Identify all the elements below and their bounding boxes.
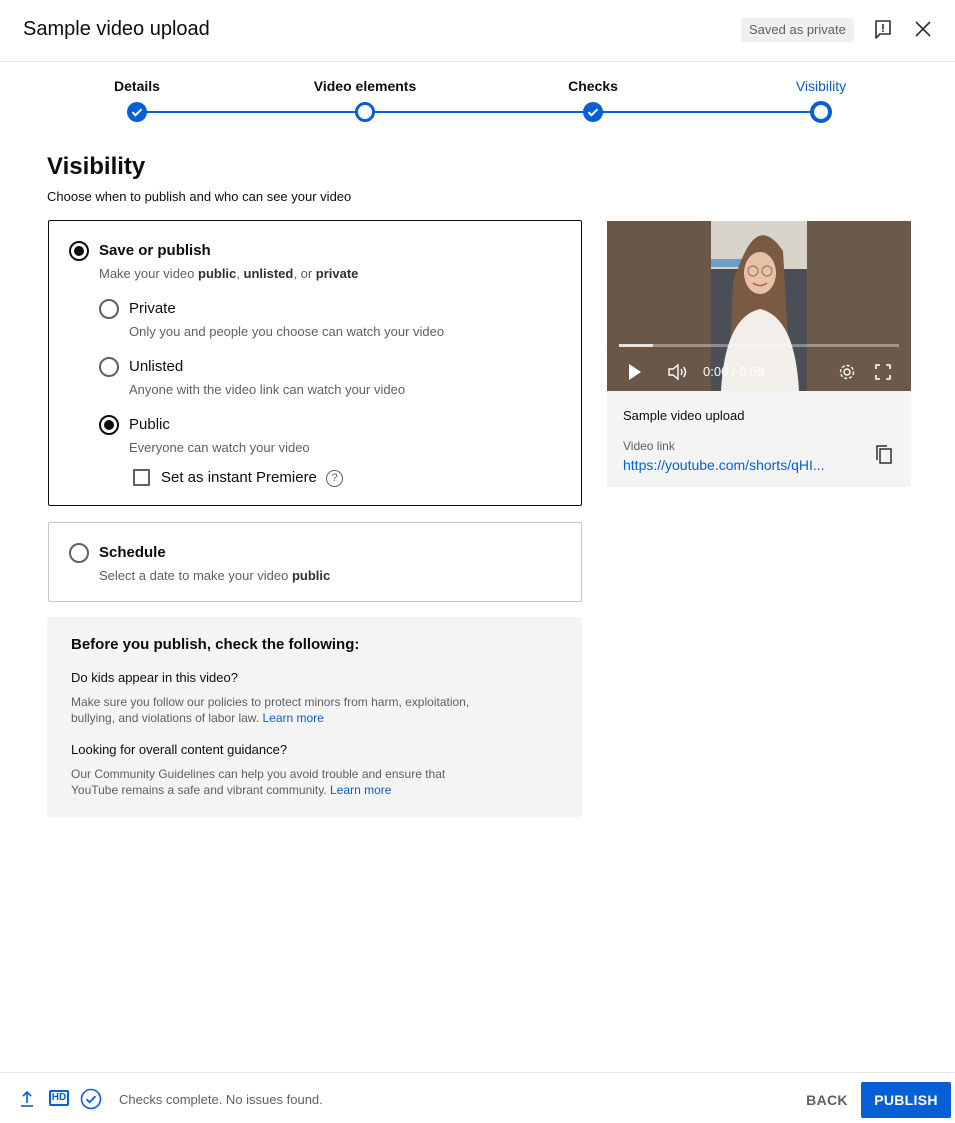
guidance-question: Looking for overall content guidance? [71,742,288,757]
video-progress-track[interactable] [619,344,899,347]
private-desc: Only you and people you choose can watch… [129,324,445,339]
kids-question: Do kids appear in this video? [71,670,238,685]
close-icon[interactable] [912,18,934,40]
back-button[interactable]: BACK [797,1082,857,1118]
checks-status-text: Checks complete. No issues found. [119,1092,323,1107]
unlisted-radio[interactable] [99,357,119,377]
save-or-publish-desc: Make your video public, unlisted, or pri… [99,266,359,281]
schedule-label: Schedule [99,544,166,561]
fullscreen-icon[interactable] [873,362,893,387]
public-desc: Everyone can watch your video [129,440,310,455]
copy-icon[interactable] [873,444,895,466]
visibility-heading: Visibility [47,153,146,180]
kids-learn-more-link[interactable]: Learn more [262,711,323,725]
instant-premiere-label[interactable]: Set as instant Premiere [161,469,317,486]
schedule-radio[interactable] [69,543,89,563]
dialog-title: Sample video upload [23,18,210,40]
play-icon[interactable] [627,362,643,387]
pre-publish-checklist: Before you publish, check the following:… [47,617,582,817]
step-details-label[interactable]: Details [114,78,160,94]
step-visibility-label[interactable]: Visibility [796,78,846,94]
video-background-right [807,221,911,391]
stepper-track [137,111,820,113]
video-progress-buffer [619,344,653,347]
schedule-card[interactable]: Schedule Select a date to make your vide… [48,522,582,602]
visibility-subtitle: Choose when to publish and who can see y… [47,189,352,204]
video-background-left [607,221,711,391]
schedule-desc: Select a date to make your video public [99,568,331,583]
save-or-publish-radio[interactable] [69,241,89,261]
saved-status-badge: Saved as private [741,18,854,42]
public-radio[interactable] [99,415,119,435]
dialog-header: Sample video upload Saved as private [0,0,955,62]
checks-complete-icon [80,1088,102,1115]
unlisted-desc: Anyone with the video link can watch you… [129,382,406,397]
guidance-learn-more-link[interactable]: Learn more [330,783,391,797]
dialog-footer: HD Checks complete. No issues found. BAC… [0,1072,955,1123]
step-checks-check-icon[interactable] [583,102,603,122]
volume-icon[interactable] [667,362,689,387]
save-or-publish-card[interactable]: Save or publish Make your video public, … [48,220,582,506]
kids-policy-text: Make sure you follow our policies to pro… [71,695,470,725]
publish-button[interactable]: PUBLISH [861,1082,951,1118]
feedback-icon[interactable] [872,18,894,40]
hd-icon: HD [49,1090,69,1106]
video-link-label: Video link [623,439,675,453]
step-video-elements-dot[interactable] [355,102,375,122]
upload-icon [18,1089,36,1114]
help-icon[interactable]: ? [326,470,343,487]
preview-video-title: Sample video upload [623,408,745,423]
step-details-check-icon[interactable] [127,102,147,122]
upload-stepper: Details Video elements Checks Visibility [0,62,955,132]
unlisted-label[interactable]: Unlisted [129,358,183,375]
private-label[interactable]: Private [129,300,176,317]
instant-premiere-checkbox[interactable] [133,469,150,486]
save-or-publish-label: Save or publish [99,242,211,259]
step-checks-label[interactable]: Checks [568,78,618,94]
video-time: 0:00 / 0:59 [703,364,765,379]
video-preview-panel: 0:00 / 0:59 Sample video upload Video li… [607,221,911,487]
public-label[interactable]: Public [129,416,170,433]
video-link[interactable]: https://youtube.com/shorts/qHI... [623,457,851,473]
step-visibility-dot[interactable] [810,101,832,123]
private-radio[interactable] [99,299,119,319]
video-player[interactable]: 0:00 / 0:59 [607,221,911,391]
settings-gear-icon[interactable] [837,362,857,387]
checklist-title: Before you publish, check the following: [71,636,360,653]
guidance-text: Our Community Guidelines can help you av… [71,767,446,797]
step-video-elements-label[interactable]: Video elements [314,78,416,94]
